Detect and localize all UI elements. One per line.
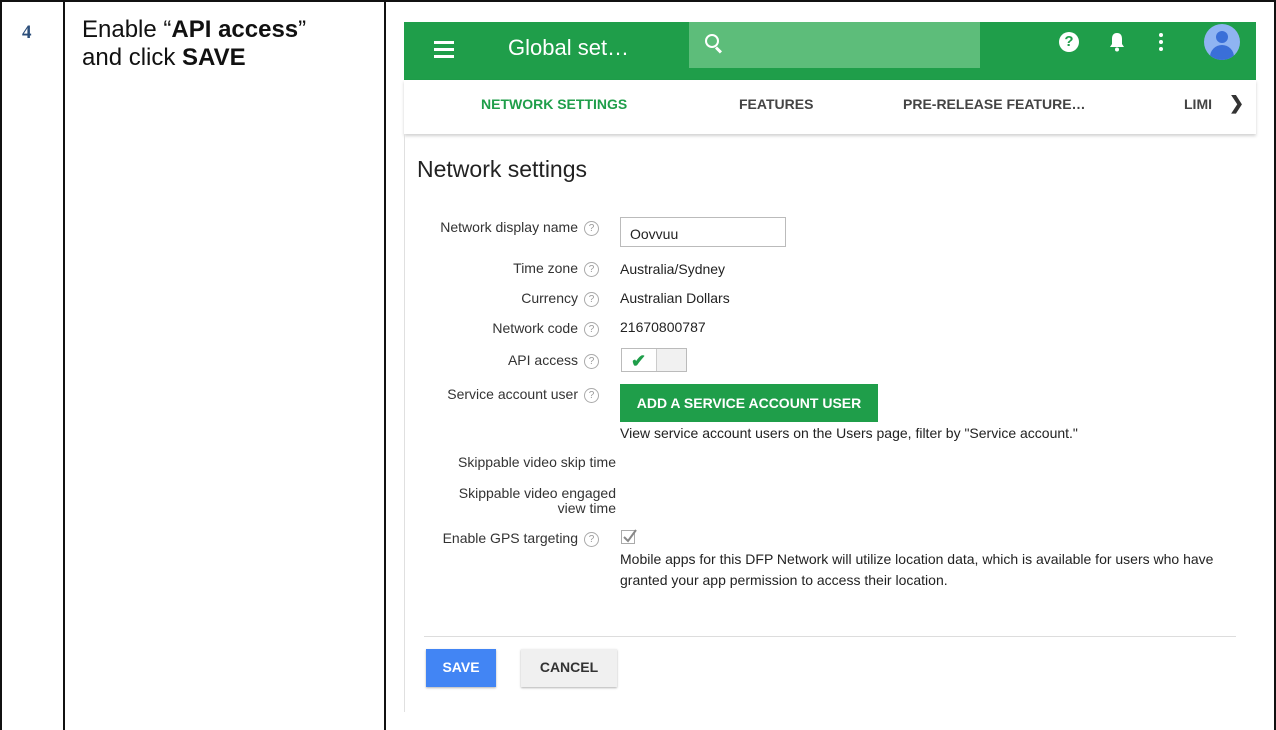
notifications-icon[interactable]	[1109, 31, 1125, 53]
api-access-toggle[interactable]: ✔	[621, 348, 687, 372]
more-vert-icon[interactable]	[1159, 33, 1163, 54]
service-account-user-label: Service account user?	[447, 386, 599, 403]
api-access-label: API access?	[508, 352, 599, 369]
help-circle-icon[interactable]: ?	[584, 531, 599, 547]
toggle-off-segment[interactable]	[657, 349, 686, 371]
gps-targeting-checkbox[interactable]	[621, 529, 637, 544]
gps-targeting-note: Mobile apps for this DFP Network will ut…	[620, 551, 1214, 588]
app-screenshot: Global set… ? NETWORK SETTINGS FEATURES …	[404, 22, 1256, 712]
time-zone-label: Time zone?	[513, 260, 599, 277]
cancel-button[interactable]: CANCEL	[521, 649, 617, 687]
step-number: 4	[22, 22, 32, 43]
gps-targeting-label: Enable GPS targeting?	[443, 530, 599, 547]
engaged-view-time-label: Skippable video engaged view time	[459, 486, 616, 516]
chevron-right-icon[interactable]: ❯	[1229, 93, 1244, 114]
network-code-label: Network code?	[492, 320, 599, 337]
network-display-name-label: Network display name?	[440, 219, 599, 236]
field-label: Network display name	[440, 219, 578, 235]
instruction-text: ”	[298, 16, 307, 43]
table-column-divider-2	[384, 0, 386, 730]
content-border	[404, 134, 405, 712]
checkmark-icon	[623, 529, 637, 543]
currency-value: Australian Dollars	[620, 290, 730, 306]
currency-label: Currency?	[521, 290, 599, 307]
instruction-emphasis-api-access: API access	[171, 16, 299, 43]
help-circle-icon[interactable]: ?	[584, 321, 599, 337]
table-top-border	[0, 0, 1276, 2]
search-icon	[705, 34, 723, 54]
menu-icon[interactable]	[434, 41, 454, 61]
checkmark-icon: ✔	[631, 351, 647, 371]
field-label: API access	[507, 352, 578, 368]
field-label: view time	[557, 500, 616, 516]
tab-network-settings[interactable]: NETWORK SETTINGS	[481, 96, 627, 112]
step-instruction: Enable “API access” and click SAVE	[82, 16, 372, 72]
tab-limits[interactable]: LIMI	[1184, 96, 1214, 112]
field-label: Network code	[492, 320, 578, 336]
instruction-text: and click	[82, 44, 183, 71]
page-title: Network settings	[417, 156, 588, 182]
field-label: Time zone	[513, 260, 578, 276]
field-label: Currency	[521, 290, 578, 306]
tab-pre-release-features[interactable]: PRE-RELEASE FEATURE…	[903, 96, 1086, 112]
table-left-border	[0, 0, 2, 730]
instruction-emphasis-save: SAVE	[182, 44, 246, 71]
field-label: Skippable video engaged	[458, 485, 616, 501]
settings-tabs: NETWORK SETTINGS FEATURES PRE-RELEASE FE…	[404, 80, 1256, 134]
help-circle-icon[interactable]: ?	[584, 261, 599, 277]
service-account-note: View service account users on the Users …	[620, 425, 1078, 441]
table-column-divider-1	[63, 0, 65, 730]
network-display-name-input[interactable]: Oovvuu	[620, 217, 786, 247]
field-label: Service account user	[447, 386, 578, 402]
account-avatar[interactable]	[1204, 24, 1240, 60]
add-service-account-user-button[interactable]: ADD A SERVICE ACCOUNT USER	[620, 384, 878, 422]
app-title: Global set…	[508, 35, 630, 60]
app-header: Global set… ?	[404, 22, 1256, 80]
help-circle-icon[interactable]: ?	[584, 353, 599, 369]
toggle-on-segment[interactable]: ✔	[622, 349, 657, 371]
search-bar[interactable]	[689, 22, 980, 68]
help-circle-icon[interactable]: ?	[584, 220, 599, 236]
time-zone-value: Australia/Sydney	[620, 261, 726, 277]
help-circle-icon[interactable]: ?	[584, 291, 599, 307]
network-code-value: 21670800787	[620, 319, 706, 335]
field-label: Enable GPS targeting	[442, 530, 578, 546]
help-circle-icon[interactable]: ?	[584, 387, 599, 403]
help-icon[interactable]: ?	[1059, 32, 1079, 52]
tab-features[interactable]: FEATURES	[739, 96, 813, 112]
save-button[interactable]: SAVE	[426, 649, 496, 687]
form-divider	[424, 636, 1236, 637]
instruction-text: Enable “	[82, 16, 172, 43]
skip-time-label: Skippable video skip time	[458, 454, 616, 470]
